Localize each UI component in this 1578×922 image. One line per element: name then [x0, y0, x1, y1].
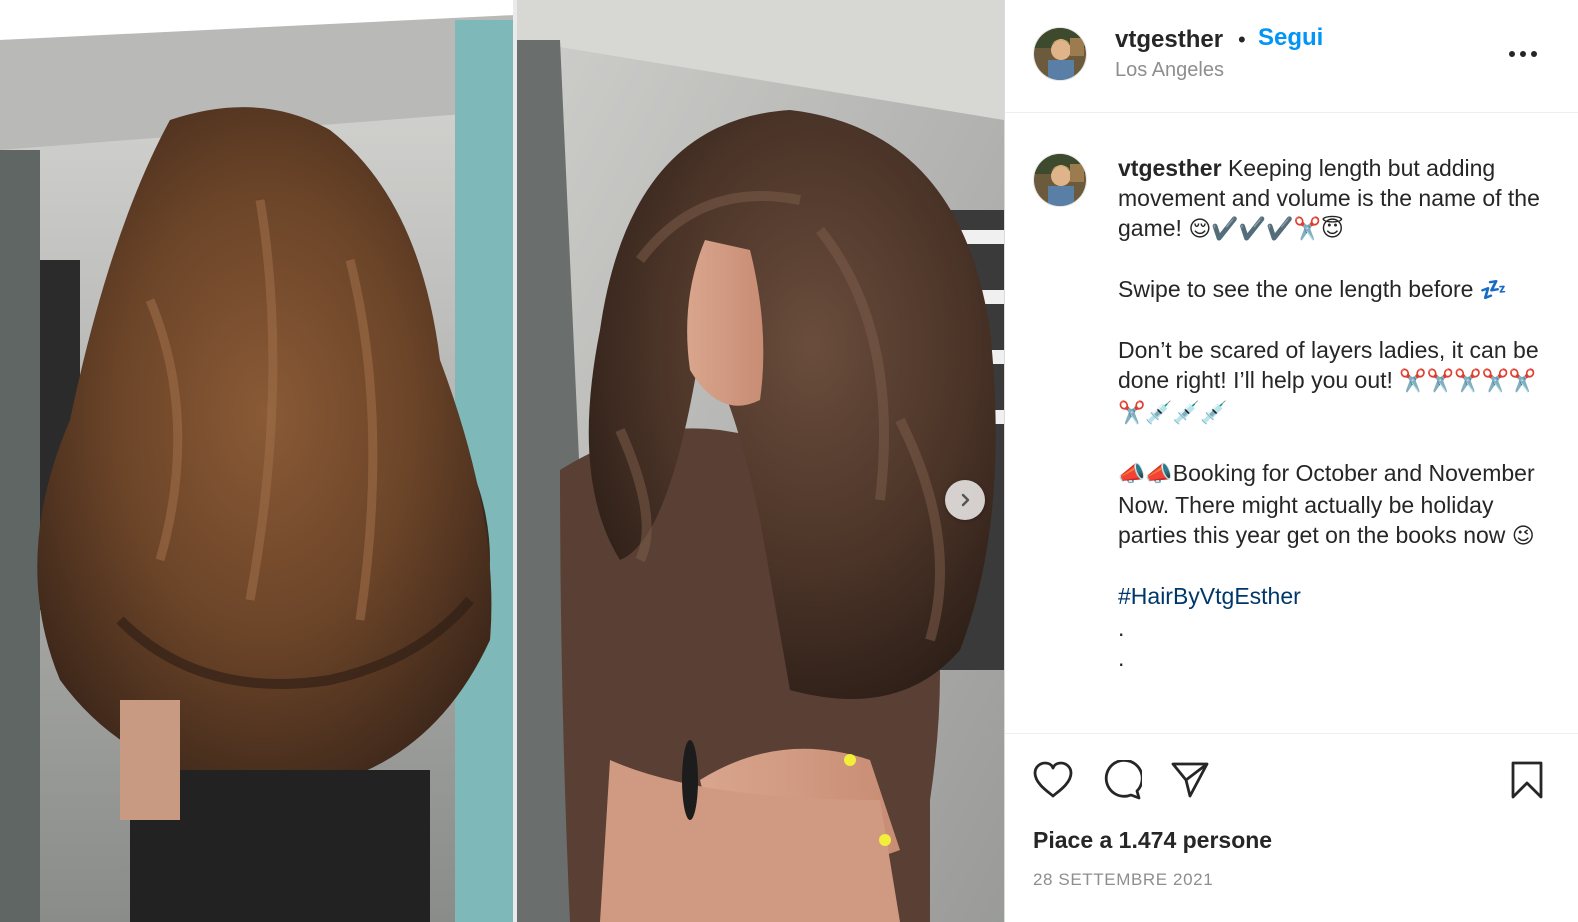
wink-emoji: 😉: [1511, 524, 1535, 549]
caption-emoji-1: 😌✔️✔️✔️✂️😇: [1188, 217, 1344, 242]
comments-area: vtgesther Keeping length but adding move…: [1005, 113, 1578, 733]
caption-dot: .: [1118, 615, 1125, 641]
instagram-post: vtgesther • Segui Los Angeles vtgesther …: [0, 0, 1578, 922]
comment-button[interactable]: [1100, 758, 1144, 802]
caption-emoji-2: 💤: [1479, 278, 1508, 303]
like-button[interactable]: [1031, 758, 1075, 802]
comment-icon: [1104, 760, 1142, 800]
more-horizontal-icon: [1509, 51, 1537, 57]
caption-dot: .: [1118, 645, 1125, 671]
post-location[interactable]: Los Angeles: [1115, 59, 1224, 82]
caption-paragraph-3: Don’t be scared of layers ladies, it can…: [1118, 335, 1554, 429]
chevron-right-icon: [961, 493, 970, 507]
caption-paragraph-1: vtgesther Keeping length but adding move…: [1118, 153, 1554, 245]
hashtag-link[interactable]: #HairByVtgEsther: [1118, 583, 1301, 609]
more-options-button[interactable]: [1505, 36, 1541, 72]
post-actions: Piace a 1.474 persone 28 SETTEMBRE 2021: [1005, 733, 1578, 922]
send-icon: [1171, 762, 1209, 798]
likes-count[interactable]: Piace a 1.474 persone: [1033, 827, 1272, 854]
caption-avatar[interactable]: [1033, 153, 1087, 207]
save-button[interactable]: [1505, 758, 1549, 802]
heart-icon: [1033, 761, 1073, 798]
avatar-image: [1034, 28, 1086, 80]
post-photo: [0, 0, 1004, 922]
avatar-image: [1034, 154, 1086, 206]
caption-paragraph-2: Swipe to see the one length before 💤: [1118, 274, 1554, 306]
post-media[interactable]: [0, 0, 1004, 922]
megaphone-emoji: 📣📣: [1118, 462, 1173, 487]
avatar[interactable]: [1033, 27, 1087, 81]
post-side-panel: vtgesther • Segui Los Angeles vtgesther …: [1004, 0, 1578, 922]
caption-username[interactable]: vtgesther: [1118, 155, 1222, 181]
caption-dots: . .: [1118, 613, 1554, 673]
post-username[interactable]: vtgesther: [1115, 26, 1223, 54]
bookmark-icon: [1511, 761, 1543, 799]
share-button[interactable]: [1168, 758, 1212, 802]
caption-paragraph-5: #HairByVtgEsther: [1118, 581, 1554, 611]
caption-paragraph-4: 📣📣Booking for October and November Now. …: [1118, 458, 1554, 552]
next-slide-button[interactable]: [945, 480, 985, 520]
post-caption: vtgesther Keeping length but adding move…: [1118, 153, 1554, 673]
follow-button[interactable]: Segui: [1258, 24, 1323, 52]
caption-text-4: Booking for October and November Now. Th…: [1118, 460, 1535, 548]
post-date: 28 SETTEMBRE 2021: [1033, 870, 1214, 889]
caption-text-2: Swipe to see the one length before: [1118, 276, 1474, 302]
separator-dot: •: [1238, 27, 1246, 52]
post-header: vtgesther • Segui Los Angeles: [1005, 0, 1578, 113]
